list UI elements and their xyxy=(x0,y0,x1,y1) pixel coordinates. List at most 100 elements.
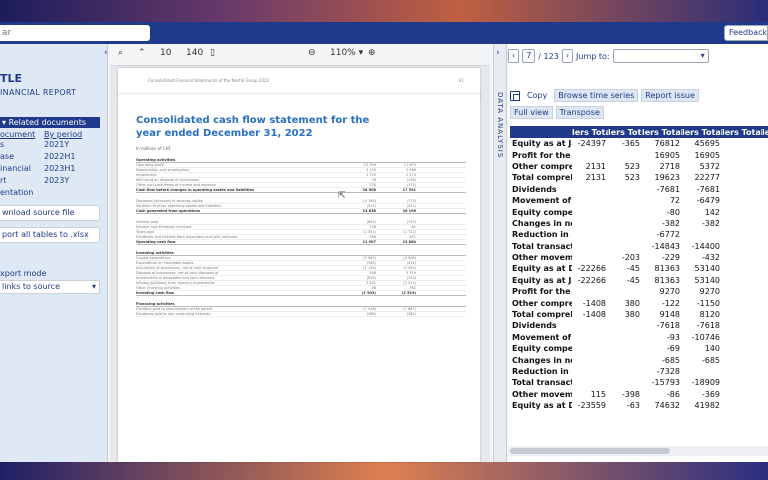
cell-value[interactable] xyxy=(762,206,768,217)
cell-value[interactable]: -23559 xyxy=(572,400,608,411)
cell-value[interactable] xyxy=(762,252,768,263)
cell-value[interactable]: 380 xyxy=(608,309,642,320)
column-document[interactable]: ocument xyxy=(0,130,40,139)
cell-value[interactable]: -382 xyxy=(642,218,682,229)
copy-button[interactable]: Copy xyxy=(523,89,551,102)
row-label[interactable]: Profit for the year xyxy=(510,286,572,297)
cell-value[interactable] xyxy=(762,229,768,240)
cell-value[interactable]: 22277 xyxy=(682,172,722,183)
browse-time-series-button[interactable]: Browse time series xyxy=(554,89,639,102)
column-header[interactable]: lers xyxy=(762,126,768,138)
cell-value[interactable]: 53140 xyxy=(682,275,722,286)
list-item[interactable]: entation xyxy=(0,187,100,199)
row-label[interactable]: Equity as at January 1, 2 xyxy=(510,138,572,149)
list-item[interactable]: ase 2022H1 xyxy=(0,151,100,163)
page-current[interactable]: 10 xyxy=(160,48,171,58)
row-label[interactable]: Equity as at December 3 xyxy=(510,263,572,274)
cell-value[interactable] xyxy=(722,218,762,229)
cell-value[interactable] xyxy=(762,286,768,297)
cell-value[interactable] xyxy=(762,195,768,206)
cell-value[interactable] xyxy=(722,309,762,320)
row-label[interactable]: Total comprehensive in xyxy=(510,172,572,183)
download-source-button[interactable]: wnload source file xyxy=(0,205,100,221)
column-by-period[interactable]: By period xyxy=(40,130,82,139)
cell-value[interactable]: 523 xyxy=(608,161,642,172)
table-row[interactable]: Changes in non-control -685-685 xyxy=(510,354,768,365)
cell-value[interactable] xyxy=(762,400,768,411)
table-row[interactable]: Total transactions with -15793-18909 xyxy=(510,377,768,388)
row-label[interactable]: Other comprehensive in xyxy=(510,297,572,308)
cell-value[interactable] xyxy=(608,320,642,331)
cell-value[interactable] xyxy=(608,229,642,240)
list-item[interactable]: s 2021Y xyxy=(0,139,100,151)
cell-value[interactable]: -63 xyxy=(608,400,642,411)
cell-value[interactable] xyxy=(722,138,762,149)
cell-value[interactable] xyxy=(572,366,608,377)
cell-value[interactable] xyxy=(762,309,768,320)
list-item[interactable]: inancial 2023H1 xyxy=(0,163,100,175)
row-label[interactable]: Total comprehensive in xyxy=(510,309,572,320)
row-label[interactable]: Profit for the year xyxy=(510,149,572,160)
cell-value[interactable]: 74632 xyxy=(642,400,682,411)
cell-value[interactable]: 81363 xyxy=(642,263,682,274)
report-issue-button[interactable]: Report issue xyxy=(641,89,699,102)
cell-value[interactable] xyxy=(722,195,762,206)
feedback-button[interactable]: Feedback xyxy=(724,25,768,41)
cell-value[interactable] xyxy=(722,366,762,377)
cell-value[interactable]: -14843 xyxy=(642,241,682,252)
full-view-button[interactable]: Full view xyxy=(510,106,553,119)
zoom-select[interactable]: 110% ▾ xyxy=(330,48,363,58)
table-row[interactable]: Other comprehensive in-1408380-122-1150 xyxy=(510,297,768,308)
table-row[interactable]: Total comprehensive in21315231962322277 xyxy=(510,172,768,183)
cell-value[interactable]: -7328 xyxy=(642,366,682,377)
column-header[interactable]: lers Total xyxy=(682,126,722,138)
cell-value[interactable] xyxy=(572,218,608,229)
cell-value[interactable]: -1150 xyxy=(682,297,722,308)
cell-value[interactable]: 115 xyxy=(572,389,608,400)
export-mode-select[interactable]: links to source ▾ xyxy=(0,280,100,294)
table-row[interactable]: Movement of treasury s -93-10746 xyxy=(510,332,768,343)
table-row[interactable]: Equity as at December 3-22266-4581363531… xyxy=(510,263,768,274)
table-number-input[interactable]: 7 xyxy=(522,49,536,63)
row-label[interactable]: Equity compensation pl xyxy=(510,206,572,217)
cell-value[interactable] xyxy=(722,263,762,274)
cell-value[interactable]: 16905 xyxy=(642,149,682,160)
cell-value[interactable] xyxy=(722,389,762,400)
cell-value[interactable] xyxy=(608,195,642,206)
cell-value[interactable] xyxy=(572,184,608,195)
cell-value[interactable] xyxy=(572,149,608,160)
cell-value[interactable] xyxy=(608,218,642,229)
cell-value[interactable]: 9270 xyxy=(642,286,682,297)
row-label[interactable]: Movement of treasury s xyxy=(510,195,572,206)
cell-value[interactable] xyxy=(572,241,608,252)
cell-value[interactable] xyxy=(682,366,722,377)
row-label[interactable]: Other movements (c) xyxy=(510,389,572,400)
cell-value[interactable]: -22266 xyxy=(572,263,608,274)
cell-value[interactable] xyxy=(722,400,762,411)
cell-value[interactable] xyxy=(722,149,762,160)
cell-value[interactable]: 72 xyxy=(642,195,682,206)
cell-value[interactable] xyxy=(762,343,768,354)
cell-value[interactable]: 2131 xyxy=(572,172,608,183)
cell-value[interactable]: -45 xyxy=(608,275,642,286)
table-row[interactable]: Other movements (c) -203-229-432 xyxy=(510,252,768,263)
table-row[interactable]: Other movements (c)115-398-86-369 xyxy=(510,389,768,400)
transpose-button[interactable]: Transpose xyxy=(555,106,604,119)
cell-value[interactable] xyxy=(572,320,608,331)
row-label[interactable]: Reduction in share capi xyxy=(510,229,572,240)
search-input[interactable]: ar xyxy=(0,25,150,41)
zoom-out-icon[interactable]: ⊖ xyxy=(308,48,316,58)
cell-value[interactable]: -86 xyxy=(642,389,682,400)
cell-value[interactable] xyxy=(722,354,762,365)
row-label[interactable]: Other comprehensive in xyxy=(510,161,572,172)
row-label[interactable]: Equity as at January 1, 2 xyxy=(510,275,572,286)
cell-value[interactable]: -365 xyxy=(608,138,642,149)
cell-value[interactable]: -80 xyxy=(642,206,682,217)
cell-value[interactable]: -7681 xyxy=(642,184,682,195)
cell-value[interactable]: -22266 xyxy=(572,275,608,286)
table-row[interactable]: Dividends -7618 -7618 xyxy=(510,320,768,331)
cell-value[interactable] xyxy=(572,195,608,206)
scrollbar-thumb[interactable] xyxy=(510,448,670,454)
cell-value[interactable]: -7618 xyxy=(682,320,722,331)
table-row[interactable]: Other comprehensive in213152327185372 xyxy=(510,161,768,172)
